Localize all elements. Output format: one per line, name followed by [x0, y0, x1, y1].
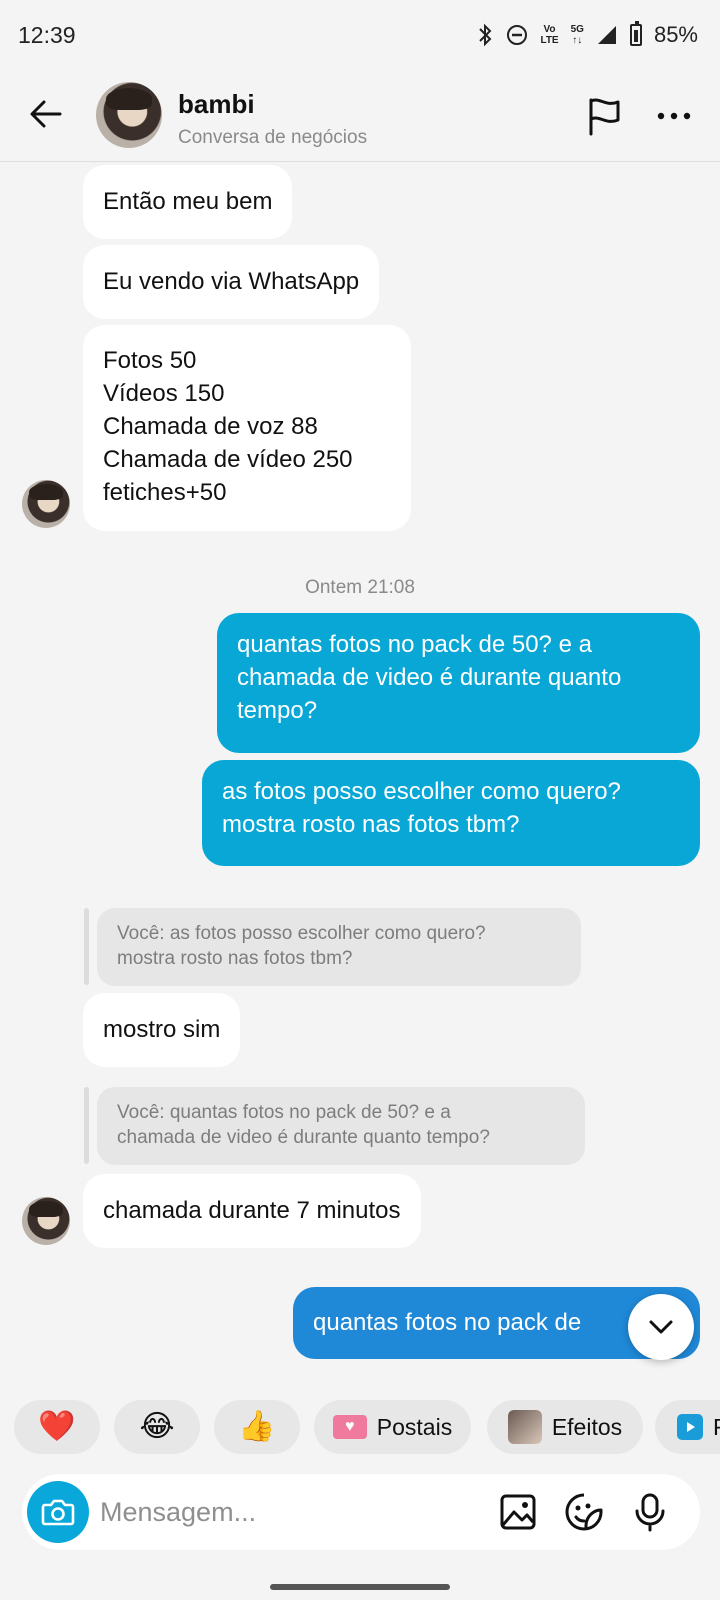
contact-avatar-small[interactable] — [22, 1197, 70, 1245]
contact-name[interactable]: bambi — [178, 89, 255, 120]
laughing-face-icon: 😂 — [139, 1409, 175, 1444]
reply-indicator-bar — [84, 908, 89, 985]
home-indicator[interactable] — [270, 1584, 450, 1590]
conversation-type: Conversa de negócios — [178, 127, 368, 148]
chat-header: bambi Conversa de negócios — [0, 72, 720, 162]
battery-percent: 85% — [653, 22, 698, 47]
more-options-icon[interactable] — [654, 106, 694, 126]
message-input[interactable] — [100, 1492, 400, 1532]
postais-chip[interactable]: ♥ Postais — [314, 1400, 471, 1454]
incoming-message[interactable]: mostro sim — [83, 993, 241, 1067]
incoming-message[interactable]: Então meu bem — [83, 165, 293, 239]
quoted-reply[interactable]: Você: as fotos posso escolher como quero… — [97, 908, 581, 986]
reply-indicator-bar — [84, 1087, 89, 1164]
volte-indicator: Vo LTE — [540, 24, 559, 46]
postcard-icon: ♥ — [332, 1415, 367, 1439]
outgoing-message[interactable]: quantas fotos no pack de 50? e a chamada… — [217, 613, 700, 753]
contact-avatar-small[interactable] — [22, 480, 70, 528]
back-arrow-icon[interactable] — [26, 94, 66, 134]
thumbs-up-icon: 👍 — [238, 1409, 276, 1444]
battery-icon — [629, 21, 642, 46]
effects-thumbnail-icon — [507, 1410, 542, 1444]
reels-label: R — [713, 1414, 720, 1441]
network-indicator: 5G ↑↓ — [570, 24, 584, 46]
bluetooth-icon — [479, 23, 492, 47]
laugh-reaction-chip[interactable]: 😂 — [114, 1400, 200, 1454]
microphone-icon[interactable] — [630, 1492, 670, 1532]
signal-icon — [597, 26, 616, 44]
camera-icon — [41, 1499, 75, 1526]
play-icon — [677, 1414, 703, 1440]
status-time: 12:39 — [18, 22, 76, 48]
thumbs-up-reaction-chip[interactable]: 👍 — [214, 1400, 300, 1454]
incoming-message[interactable]: Eu vendo via WhatsApp — [83, 245, 380, 319]
sticker-icon[interactable] — [564, 1492, 604, 1532]
postais-label: Postais — [376, 1413, 453, 1440]
incoming-message[interactable]: chamada durante 7 minutos — [83, 1174, 421, 1248]
chevron-down-icon — [649, 1320, 673, 1334]
reels-chip[interactable]: R — [655, 1400, 720, 1454]
incoming-message[interactable]: Fotos 50 Vídeos 150 Chamada de voz 88 Ch… — [83, 325, 411, 531]
scroll-to-bottom-button[interactable] — [628, 1294, 694, 1360]
heart-icon: ❤️ — [38, 1409, 76, 1444]
status-bar: 12:39 Vo LTE 5G ↑↓ 85% — [0, 0, 720, 72]
heart-reaction-chip[interactable]: ❤️ — [14, 1400, 100, 1454]
quoted-reply[interactable]: Você: quantas fotos no pack de 50? e a c… — [97, 1087, 585, 1165]
do-not-disturb-icon — [507, 25, 528, 45]
quick-actions-row: ❤️ 😂 👍 ♥ Postais Efeitos R — [14, 1400, 720, 1454]
gallery-icon[interactable] — [498, 1492, 538, 1532]
message-composer — [22, 1474, 700, 1550]
flag-icon[interactable] — [586, 96, 624, 136]
outgoing-message[interactable]: as fotos posso escolher como quero? most… — [202, 760, 700, 866]
contact-avatar[interactable] — [96, 82, 162, 148]
camera-button[interactable] — [27, 1481, 89, 1543]
efeitos-label: Efeitos — [551, 1413, 623, 1440]
message-timestamp: Ontem 21:08 — [305, 577, 415, 598]
efeitos-chip[interactable]: Efeitos — [487, 1400, 643, 1454]
status-icons: Vo LTE 5G ↑↓ 85% — [476, 21, 698, 48]
